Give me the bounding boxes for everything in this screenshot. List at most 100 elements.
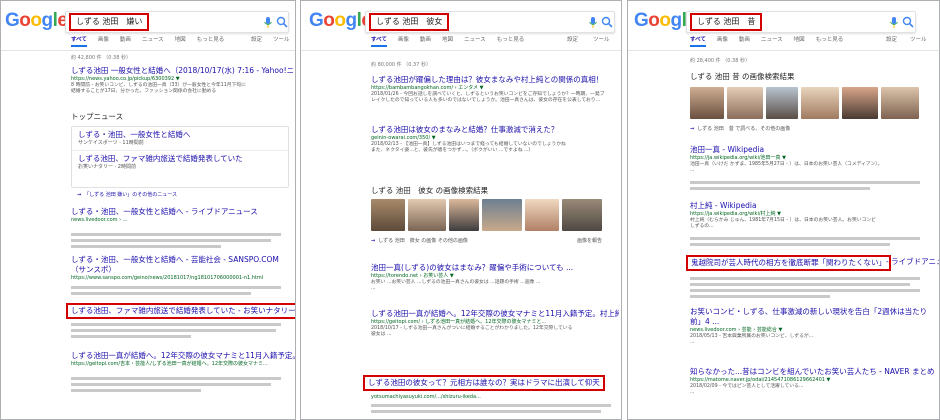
image-thumbnail[interactable] xyxy=(881,87,919,119)
result-url[interactable]: news.livedoor.com › ... xyxy=(71,217,293,224)
image-thumbnail[interactable] xyxy=(842,87,878,119)
result-title[interactable]: しずる・池田、一般女性と結婚へ - ライブドアニュース xyxy=(71,207,293,217)
result-url[interactable]: https://news.yahoo.co.jp/pickup/6300392 … xyxy=(71,76,293,83)
tab-videos[interactable]: 動画 xyxy=(739,35,750,43)
result-snippet: しずるの... xyxy=(690,224,714,230)
search-query[interactable]: しずる 池田 嫌い xyxy=(69,13,150,31)
search-query[interactable]: しずる 池田 彼女 xyxy=(369,13,450,31)
tab-all[interactable]: すべて xyxy=(71,35,87,47)
image-thumbnail[interactable] xyxy=(525,199,559,231)
result-title[interactable]: 池田一真 - Wikipedia xyxy=(690,145,936,155)
result-title[interactable]: 村上純 - Wikipedia xyxy=(690,201,936,211)
tab-maps[interactable]: 地図 xyxy=(442,35,453,43)
result-title[interactable]: しずる池田は彼女のまなみと結婚？仕事激減で消えた？ xyxy=(371,125,619,135)
image-thumbnail[interactable] xyxy=(727,87,763,119)
tab-more[interactable]: もっと見る xyxy=(497,35,525,43)
logo-letter: g xyxy=(345,10,358,31)
tab-all[interactable]: すべて xyxy=(371,35,387,47)
image-strip xyxy=(690,87,919,119)
result-title[interactable]: しずる・池田、一般女性と結婚へ - 芸能社会 - SANSPO.COM（サンスポ… xyxy=(71,255,293,275)
more-news-link[interactable]: → 「しずる 池田 嫌い」のその他のニュース xyxy=(77,191,177,198)
tab-settings[interactable]: 設定 xyxy=(567,35,578,43)
search-box[interactable]: しずる 池田 嫌い xyxy=(65,11,289,33)
result-url[interactable]: https://matome.naver.jp/odai/21454710861… xyxy=(690,377,936,384)
news-title[interactable]: しずる池田、ファマ雑内旅送で結婚発表していた xyxy=(78,154,282,164)
tab-images[interactable]: 画像 xyxy=(717,35,728,43)
tab-more[interactable]: もっと見る xyxy=(197,35,225,43)
search-query[interactable]: しずる 池田 昔 xyxy=(690,13,763,31)
report-images-link[interactable]: 画像を報告 xyxy=(577,237,602,244)
highlighted-result-title[interactable]: しずる池田の彼女って？元相方は誰なの？実はドラマに出演して仰天 xyxy=(363,375,605,391)
image-results-heading[interactable]: しずる 池田 彼女 の画像検索結果 xyxy=(371,185,488,196)
tab-images[interactable]: 画像 xyxy=(398,35,409,43)
result-url[interactable]: yotsumachiyasuyuki.com/.../shizuru-ikeda… xyxy=(371,394,481,401)
result-url[interactable]: https://ja.wikipedia.org/wiki/村上純 ▼ xyxy=(690,211,936,218)
tab-news[interactable]: ニュース xyxy=(761,35,783,43)
image-thumbnail[interactable] xyxy=(482,199,522,231)
result-title[interactable]: しずる池田 一般女性と結婚へ（2018/10/17(水) 7:16 - Yaho… xyxy=(71,66,293,76)
search-icon[interactable] xyxy=(902,16,914,28)
logo-letter: G xyxy=(5,10,20,31)
result-url[interactable]: https://torendo.net › お笑い芸人 ▼ xyxy=(371,273,619,280)
highlighted-result-title[interactable]: 鬼越院司が芸人時代の相方を徹底断罪「関わりたくない」 xyxy=(686,255,891,271)
result-url[interactable]: https://ja.wikipedia.org/wiki/池田一真 ▼ xyxy=(690,155,936,162)
image-thumbnail[interactable] xyxy=(371,199,405,231)
image-thumbnail[interactable] xyxy=(449,199,479,231)
tab-news[interactable]: ニュース xyxy=(464,35,486,43)
search-box[interactable]: しずる 池田 彼女 xyxy=(365,11,615,33)
search-result: しずる池田一真が結婚へ。12年交際の彼女マナミと11月入籍予定。村上純... h… xyxy=(371,309,619,339)
tab-maps[interactable]: 地図 xyxy=(794,35,805,43)
news-title[interactable]: しずる・池田、一般女性と結婚へ xyxy=(78,130,282,140)
tab-settings[interactable]: 設定 xyxy=(886,35,897,43)
tab-images[interactable]: 画像 xyxy=(98,35,109,43)
search-box[interactable]: しずる 池田 昔 xyxy=(686,11,916,33)
arrow-right-icon: → xyxy=(77,192,82,198)
microphone-icon[interactable] xyxy=(889,17,899,28)
news-item[interactable]: しずる池田、ファマ雑内旅送で結婚発表していた お笑いナタリー · 2時間前 xyxy=(72,151,288,174)
result-title[interactable]: 知らなかった...昔はコンビを組んでいたお笑い芸人たち - NAVER まとめ xyxy=(690,367,936,377)
result-url[interactable]: geinin-owarai.com/350/ ▼ xyxy=(371,135,619,142)
tab-maps[interactable]: 地図 xyxy=(175,35,186,43)
image-thumbnail[interactable] xyxy=(801,87,839,119)
result-url[interactable]: https://geitopi.com/吉本・芸能人/しずる池田一真が結婚へ。1… xyxy=(71,361,295,368)
google-logo[interactable]: Google xyxy=(5,10,68,32)
search-panel-1: Google しずる 池田 嫌い すべて 画像 動画 ニュース 地図 もっと見る 設定 ツ… xyxy=(0,0,296,420)
highlighted-result-title[interactable]: しずる池田、ファマ雑内旅送で結婚発表していた - お笑いナタリー xyxy=(66,303,295,319)
highlighted-result-suffix[interactable]: - ライブドアニュース xyxy=(886,257,939,267)
image-results-more-link[interactable]: → しずる 池田 彼女 の画像 その他の画像 xyxy=(371,237,468,244)
tab-videos[interactable]: 動画 xyxy=(120,35,131,43)
tab-tools[interactable]: ツール xyxy=(593,35,610,43)
snippet-placeholder xyxy=(71,239,271,242)
tab-videos[interactable]: 動画 xyxy=(420,35,431,43)
image-results-more-link[interactable]: → しずる 池田 昔 で調べる、その他の画像 xyxy=(690,125,790,132)
result-title[interactable]: 池田一真(しずる)の彼女はまなみ？躍偏や手術についても ... xyxy=(371,263,619,273)
google-logo[interactable]: Google xyxy=(309,10,372,32)
microphone-icon[interactable] xyxy=(588,17,598,28)
image-results-heading[interactable]: しずる 池田 昔 の画像検索結果 xyxy=(690,71,795,82)
search-icon[interactable] xyxy=(276,16,288,28)
snippet-placeholder xyxy=(71,233,281,236)
image-thumbnail[interactable] xyxy=(766,87,798,119)
tab-more[interactable]: もっと見る xyxy=(816,35,844,43)
search-header: Google しずる 池田 昔 すべて画像動画ニュース地図もっと見る 設定 ツー… xyxy=(628,1,939,47)
image-thumbnail[interactable] xyxy=(690,87,724,119)
search-result: お笑いコンビ・しずる、仕事激減の新しい現状を告白「2週休は当たり前」4 ... … xyxy=(690,307,936,347)
tab-news[interactable]: ニュース xyxy=(142,35,164,43)
result-title[interactable]: しずる池田一真が結婚へ。12年交際の彼女マナミと11月入籍予定。村上純... xyxy=(371,309,619,319)
tab-tools[interactable]: ツール xyxy=(910,35,927,43)
result-title[interactable]: しずる池田が躍偏した理由は？彼女まなみや村上純との関係の真相！ xyxy=(371,75,619,85)
result-title[interactable]: しずる池田一真が結婚へ。12年交際の彼女マナミと11月入籍予定。村上純 xyxy=(71,351,295,361)
result-url[interactable]: https://bambambangokhan.com/ › エンタメ ▼ xyxy=(371,85,619,92)
news-item[interactable]: しずる・池田、一般女性と結婚へ サンケイスポーツ · 11時間前 xyxy=(72,127,288,151)
tab-settings[interactable]: 設定 xyxy=(251,35,262,43)
microphone-icon[interactable] xyxy=(263,17,273,28)
tab-all[interactable]: すべて xyxy=(690,35,706,47)
result-url[interactable]: https://geitopi.com/ › しずる池田一真が結婚へ。12年交際… xyxy=(371,319,619,326)
search-icon[interactable] xyxy=(601,16,613,28)
result-title[interactable]: お笑いコンビ・しずる、仕事激減の新しい現状を告白「2週休は当たり前」4 ... xyxy=(690,307,936,327)
result-url[interactable]: https://www.sanspo.com/geino/news/201810… xyxy=(71,275,293,282)
image-thumbnail[interactable] xyxy=(562,199,602,231)
result-url[interactable]: news.livedoor.com › 芸能 › 芸能総合 ▼ xyxy=(690,327,936,334)
tab-tools[interactable]: ツール xyxy=(273,35,290,43)
image-thumbnail[interactable] xyxy=(408,199,446,231)
